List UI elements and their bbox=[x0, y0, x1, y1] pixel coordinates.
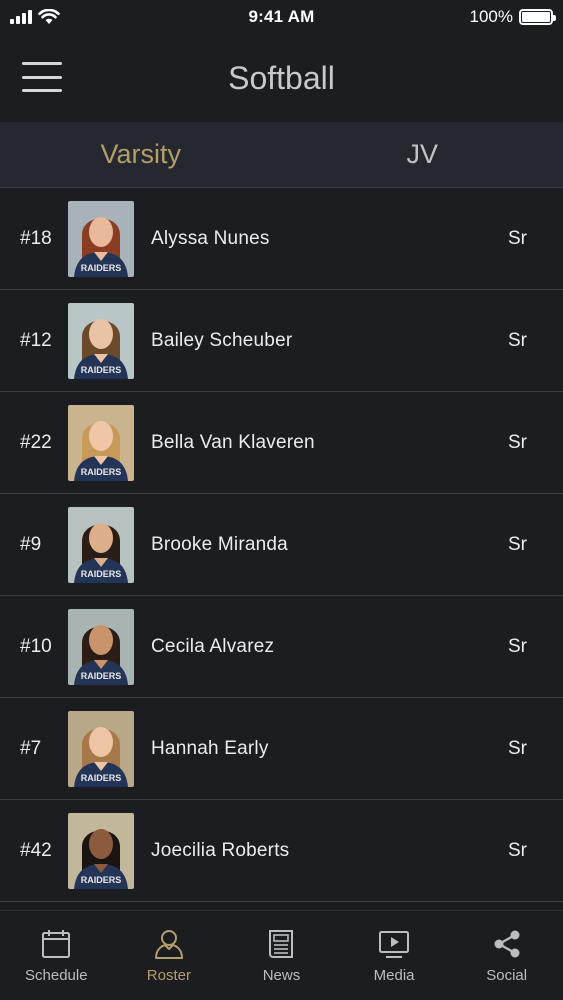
player-class-year: Sr bbox=[508, 329, 527, 351]
player-class-year: Sr bbox=[508, 533, 527, 555]
player-number: #22 bbox=[20, 431, 52, 453]
tab-social[interactable]: Social bbox=[450, 911, 563, 1000]
app-header: Softball bbox=[0, 34, 563, 122]
svg-text:RAIDERS: RAIDERS bbox=[81, 671, 122, 681]
player-class-year: Sr bbox=[508, 635, 527, 657]
roster-row[interactable]: #18 RAIDERS Alyssa Nunes Sr bbox=[0, 188, 563, 290]
tab-media-label: Media bbox=[373, 967, 415, 984]
roster-row[interactable]: #42 RAIDERS Joecilia Roberts Sr bbox=[0, 800, 563, 902]
roster-row[interactable]: #12 RAIDERS Bailey Scheuber Sr bbox=[0, 290, 563, 392]
player-class-year: Sr bbox=[508, 737, 527, 759]
calendar-icon bbox=[42, 930, 71, 958]
page-title: Softball bbox=[228, 59, 335, 96]
status-right: 100% bbox=[433, 7, 556, 27]
player-name: Alyssa Nunes bbox=[151, 227, 270, 249]
svg-text:RAIDERS: RAIDERS bbox=[81, 467, 122, 477]
player-name: Bella Van Klaveren bbox=[151, 431, 315, 453]
player-number: #18 bbox=[20, 227, 52, 249]
play-screen-icon bbox=[379, 931, 410, 958]
player-name: Cecila Alvarez bbox=[151, 635, 275, 657]
roster-row[interactable]: #10 RAIDERS Cecila Alvarez Sr bbox=[0, 596, 563, 698]
player-class-year: Sr bbox=[508, 839, 527, 861]
cellular-signal-icon bbox=[10, 10, 32, 24]
player-number: #9 bbox=[20, 533, 42, 555]
player-photo: RAIDERS bbox=[68, 710, 134, 787]
roster-row[interactable]: #7 RAIDERS Hannah Early Sr bbox=[0, 698, 563, 800]
svg-text:RAIDERS: RAIDERS bbox=[81, 263, 122, 273]
player-name: Joecilia Roberts bbox=[151, 839, 290, 861]
svg-text:RAIDERS: RAIDERS bbox=[81, 569, 122, 579]
svg-text:RAIDERS: RAIDERS bbox=[81, 875, 122, 885]
person-icon bbox=[154, 930, 183, 959]
wifi-icon bbox=[38, 9, 60, 24]
newspaper-icon bbox=[269, 930, 294, 958]
tab-news-label: News bbox=[262, 967, 301, 984]
roster-row[interactable]: #22 RAIDERS Bella Van Klaveren Sr bbox=[0, 392, 563, 494]
tab-roster[interactable]: Roster bbox=[113, 911, 226, 1000]
player-photo: RAIDERS bbox=[68, 506, 134, 583]
tab-news[interactable]: News bbox=[225, 911, 338, 1000]
hamburger-menu-icon[interactable] bbox=[22, 62, 62, 92]
player-photo: RAIDERS bbox=[68, 812, 134, 889]
status-bar: 9:41 AM 100% bbox=[0, 0, 563, 34]
player-number: #12 bbox=[20, 329, 52, 351]
tab-schedule-label: Schedule bbox=[25, 967, 88, 984]
player-name: Hannah Early bbox=[151, 737, 269, 759]
player-photo: RAIDERS bbox=[68, 200, 134, 277]
roster-row[interactable]: #9 RAIDERS Brooke Miranda Sr bbox=[0, 494, 563, 596]
battery-icon bbox=[519, 9, 556, 25]
svg-text:RAIDERS: RAIDERS bbox=[81, 773, 122, 783]
player-name: Bailey Scheuber bbox=[151, 329, 293, 351]
tab-jv[interactable]: JV bbox=[282, 122, 563, 187]
player-photo: RAIDERS bbox=[68, 608, 134, 685]
battery-percent: 100% bbox=[469, 7, 513, 26]
player-number: #10 bbox=[20, 635, 52, 657]
player-name: Brooke Miranda bbox=[151, 533, 288, 555]
player-class-year: Sr bbox=[508, 227, 527, 249]
status-left bbox=[10, 9, 130, 25]
player-photo: RAIDERS bbox=[68, 404, 134, 481]
player-photo: RAIDERS bbox=[68, 302, 134, 379]
tab-schedule[interactable]: Schedule bbox=[0, 911, 113, 1000]
roster-list: #18 RAIDERS Alyssa Nunes Sr #12 RAIDERS Bailey… bbox=[0, 188, 563, 910]
tab-social-label: Social bbox=[486, 967, 528, 984]
bottom-tab-bar: Schedule Roster News Media Social bbox=[0, 910, 563, 1000]
team-level-tabs: Varsity JV bbox=[0, 122, 563, 188]
status-time: 9:41 AM bbox=[248, 7, 315, 26]
player-class-year: Sr bbox=[508, 431, 527, 453]
tab-media[interactable]: Media bbox=[338, 911, 451, 1000]
tab-roster-label: Roster bbox=[146, 967, 191, 984]
player-number: #42 bbox=[20, 839, 52, 861]
svg-text:RAIDERS: RAIDERS bbox=[81, 365, 122, 375]
player-number: #7 bbox=[20, 737, 42, 759]
tab-varsity[interactable]: Varsity bbox=[0, 122, 282, 187]
share-icon bbox=[494, 930, 520, 958]
